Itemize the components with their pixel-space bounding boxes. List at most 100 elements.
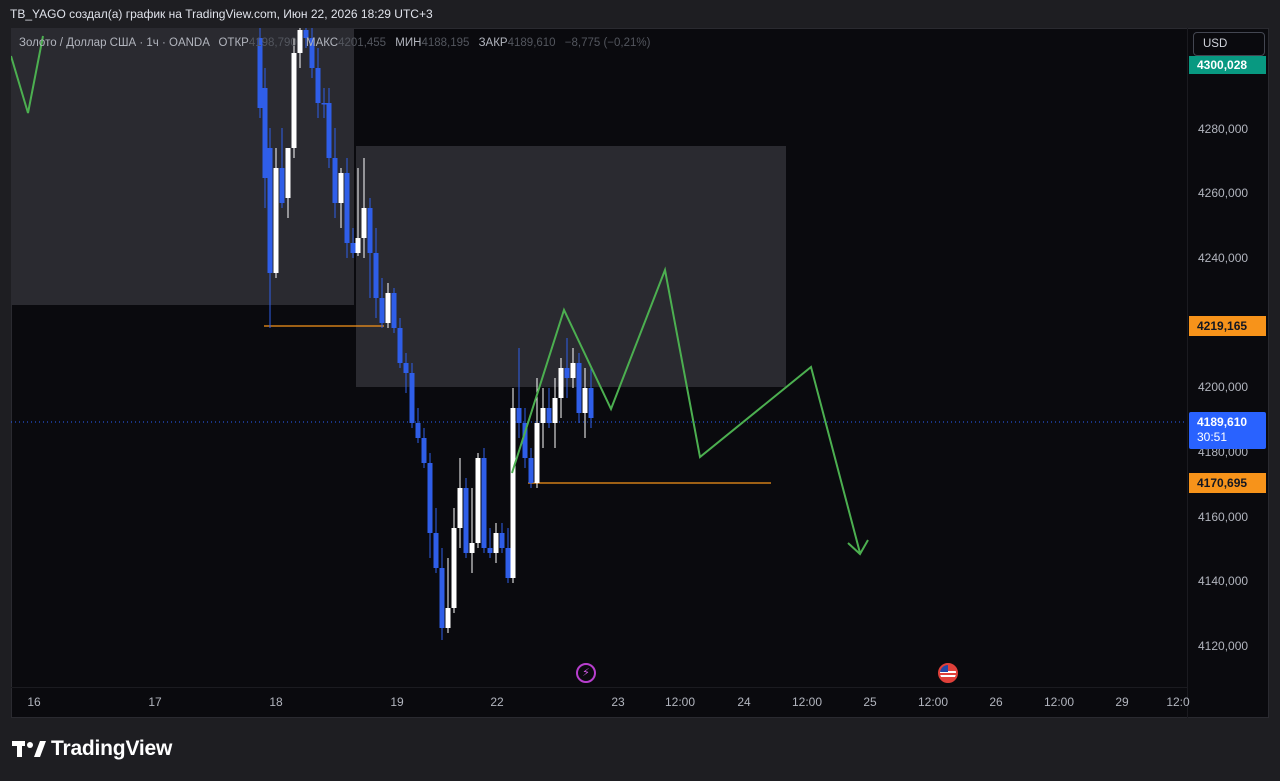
candle-body <box>421 438 427 463</box>
legend-open-label: ОТКР <box>218 37 249 49</box>
price-axis-label: 4160,000 <box>1198 510 1249 524</box>
time-axis-label: 12:0 <box>1166 695 1190 709</box>
candle-body <box>415 423 421 438</box>
price-axis-label: 4140,000 <box>1198 574 1249 588</box>
legend-close-value: 4189,610 <box>507 37 556 49</box>
price-axis-label: 4240,000 <box>1198 251 1249 265</box>
time-axis-label: 25 <box>863 695 877 709</box>
candle-body <box>534 423 540 483</box>
candle-body <box>469 543 475 553</box>
candle-body <box>540 408 546 423</box>
candle-body <box>564 368 570 378</box>
time-axis-label: 16 <box>27 695 41 709</box>
candle-body <box>355 238 361 253</box>
symbol-legend: Золото / Доллар США · 1ч · OANDA ОТКР419… <box>19 37 650 49</box>
candle-body <box>291 53 297 148</box>
zone-upper-left <box>11 28 354 305</box>
candle-body <box>385 293 391 323</box>
price-axis-label: 4120,000 <box>1198 639 1249 653</box>
price-axis-label: 4280,000 <box>1198 122 1249 136</box>
candle-body <box>321 103 327 105</box>
candle-body <box>576 363 582 413</box>
candle-body <box>588 388 594 418</box>
candle-body <box>570 363 576 378</box>
current-price-tag: 4189,610 30:51 <box>1189 412 1266 449</box>
candle-body <box>285 148 291 198</box>
candle-body <box>361 208 367 238</box>
candle-body <box>403 363 409 373</box>
legend-symbol[interactable]: Золото / Доллар США · 1ч · OANDA <box>19 37 209 49</box>
tradingview-logo[interactable]: TradingView <box>12 737 172 761</box>
tradingview-logo-icon <box>12 741 46 757</box>
legend-change: −8,775 (−0,21%) <box>564 37 651 49</box>
candle-body <box>463 488 469 553</box>
chart-plot[interactable] <box>11 28 1187 687</box>
time-axis-label: 24 <box>737 695 751 709</box>
candle-body <box>338 173 344 203</box>
candle-body <box>433 533 439 568</box>
candle-body <box>499 533 505 548</box>
candle-body <box>391 293 397 328</box>
time-axis-label: 19 <box>390 695 404 709</box>
zone-middle <box>356 146 786 387</box>
price-axis-label: 4200,000 <box>1198 380 1249 394</box>
candle-body <box>582 388 588 413</box>
candle-body <box>493 533 499 553</box>
candle-body <box>445 608 451 628</box>
candle-body <box>481 458 487 548</box>
candle-body <box>528 458 534 483</box>
current-price-value: 4189,610 <box>1197 415 1248 429</box>
time-axis-label: 29 <box>1115 695 1129 709</box>
price-axis-label: 4260,000 <box>1198 186 1249 200</box>
time-axis-label: 23 <box>611 695 625 709</box>
candle-body <box>367 208 373 253</box>
legend-close-label: ЗАКР <box>478 37 508 49</box>
bar-countdown: 30:51 <box>1197 430 1228 444</box>
time-axis-label: 12:00 <box>664 695 696 709</box>
candle-body <box>326 103 332 158</box>
us-flag-icon[interactable] <box>938 663 958 683</box>
candle-body <box>487 548 493 553</box>
candle-body <box>510 408 516 578</box>
candle-body <box>350 243 356 253</box>
candle-body <box>457 488 463 528</box>
time-axis-label: 12:00 <box>1043 695 1075 709</box>
logo-text: TradingView <box>51 737 173 760</box>
candle-body <box>262 88 268 178</box>
price-axis-separator <box>1187 28 1188 718</box>
candle-body <box>451 528 457 608</box>
candle-body <box>273 168 279 273</box>
candle-body <box>475 458 481 543</box>
price-tag-lower-level: 4170,695 <box>1189 473 1266 493</box>
candle-body <box>427 463 433 533</box>
lightning-icon[interactable]: ⚡ <box>576 663 596 683</box>
candle-body <box>546 408 552 423</box>
candle-body <box>397 328 403 363</box>
legend-open-value: 4198,790 <box>248 37 297 49</box>
time-axis-label: 26 <box>989 695 1003 709</box>
candle-body <box>516 408 522 423</box>
time-axis-label: 17 <box>148 695 162 709</box>
candle-body <box>315 68 321 103</box>
candle-body <box>344 173 350 243</box>
time-axis-separator <box>11 687 1187 688</box>
candle-body <box>409 373 415 423</box>
candle-body <box>379 298 385 323</box>
legend-high-value: 4201,455 <box>338 37 387 49</box>
price-tag-upper-level: 4219,165 <box>1189 316 1266 336</box>
candle-body <box>267 148 273 273</box>
candle-body <box>373 253 379 298</box>
time-axis-label: 18 <box>269 695 283 709</box>
chart-caption: TB_YAGO создал(а) график на TradingView.… <box>10 7 433 21</box>
time-axis-label: 12:00 <box>917 695 949 709</box>
candle-body <box>558 368 564 398</box>
legend-low-label: МИН <box>395 37 422 49</box>
currency-button[interactable]: USD <box>1193 32 1265 56</box>
time-axis-label: 12:00 <box>791 695 823 709</box>
candle-body <box>332 158 338 203</box>
legend-low-value: 4188,195 <box>421 37 470 49</box>
price-tag-top: 4300,028 <box>1189 56 1266 74</box>
legend-high-label: МАКС <box>305 37 339 49</box>
candle-body <box>439 568 445 628</box>
candle-body <box>279 168 285 203</box>
